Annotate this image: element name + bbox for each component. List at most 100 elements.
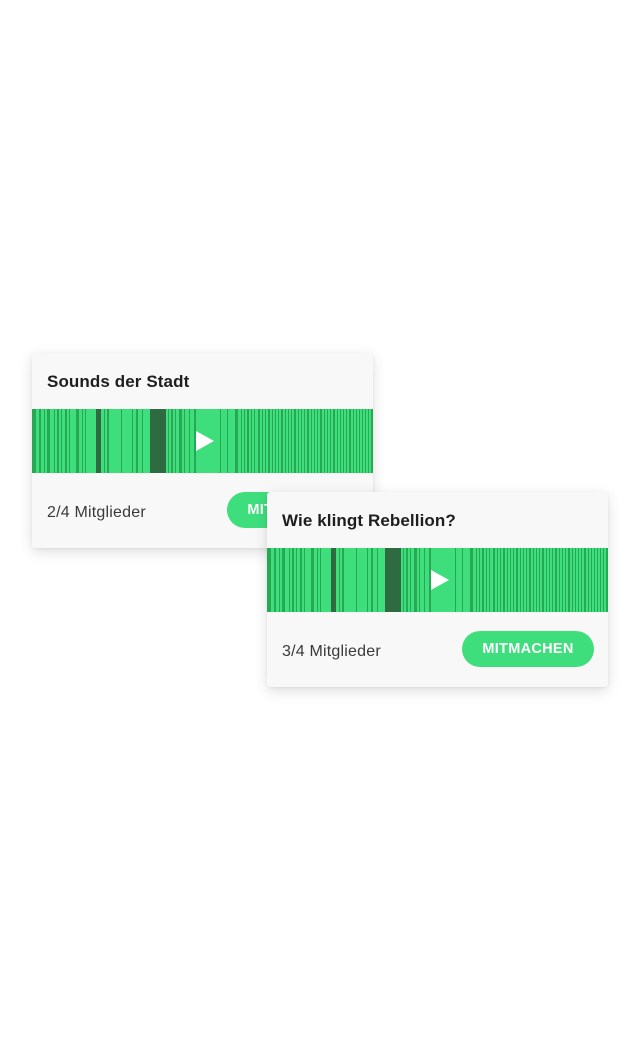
waveform-bar — [600, 548, 601, 612]
waveform-bar — [546, 548, 547, 612]
waveform-bar — [150, 409, 166, 473]
waveform-bar — [179, 409, 182, 473]
waveform-bar — [265, 409, 266, 473]
waveform-bar — [368, 409, 369, 473]
waveform-bar — [516, 548, 518, 612]
waveform-bar — [362, 409, 363, 473]
waveform-bar — [320, 409, 322, 473]
waveform-bar — [244, 409, 245, 473]
waveform-bar — [526, 548, 527, 612]
waveform-bar — [349, 409, 351, 473]
waveform-bar — [584, 548, 586, 612]
waveform-bar — [251, 409, 252, 473]
waveform-bar — [523, 548, 524, 612]
waveform-bar — [320, 548, 321, 612]
waveform-bar — [311, 409, 312, 473]
waveform-bar — [559, 548, 560, 612]
waveform-bar — [292, 548, 294, 612]
waveform-bar — [330, 409, 331, 473]
waveform-bar — [533, 548, 534, 612]
waveform-bar — [54, 409, 55, 473]
waveform-bar — [278, 409, 279, 473]
waveform-bar — [356, 409, 357, 473]
waveform-bar — [107, 409, 109, 473]
waveform-bar — [497, 548, 498, 612]
waveform-bar — [513, 548, 514, 612]
waveform-bar — [356, 548, 357, 612]
waveform-bar — [282, 548, 285, 612]
waveform-bar — [220, 409, 221, 473]
waveform-bar — [455, 548, 456, 612]
waveform-bar — [410, 548, 411, 612]
waveform-bar — [568, 548, 570, 612]
waveform-bar — [562, 548, 563, 612]
waveform-bar — [510, 548, 511, 612]
waveform-bar — [65, 409, 67, 473]
waveform-bar — [289, 548, 290, 612]
waveform-bar — [61, 409, 62, 473]
waveform-bar — [340, 409, 341, 473]
waveform-bar — [500, 548, 501, 612]
waveform-bar — [85, 409, 86, 473]
waveform-bar — [307, 409, 309, 473]
waveform-bar — [493, 548, 495, 612]
waveform-bar — [339, 548, 340, 612]
waveform-bar — [304, 548, 305, 612]
waveform-bar — [317, 548, 318, 612]
waveform-bar — [565, 548, 566, 612]
play-icon[interactable] — [431, 570, 449, 590]
waveform-bar — [591, 548, 592, 612]
waveform-bar — [175, 409, 176, 473]
waveform-bar — [136, 409, 138, 473]
waveform-bar — [324, 409, 325, 473]
card-title: Wie klingt Rebellion? — [282, 511, 456, 530]
waveform-bar — [104, 409, 105, 473]
waveform-bar — [57, 409, 59, 473]
member-count: 3/4 Mitglieder — [282, 643, 381, 660]
waveform-bar — [575, 548, 576, 612]
waveform-bar — [275, 409, 276, 473]
waveform-bar — [294, 409, 296, 473]
waveform-bar — [424, 548, 425, 612]
waveform-bar — [39, 409, 41, 473]
waveform-bar — [359, 409, 360, 473]
waveform-bar — [227, 409, 228, 473]
waveform-bar — [572, 548, 573, 612]
waveform-bar — [132, 409, 133, 473]
waveform-bar — [142, 409, 143, 473]
waveform-bar — [365, 409, 366, 473]
waveform-bar — [552, 548, 553, 612]
waveform-bar — [536, 548, 537, 612]
join-button[interactable]: MITMACHEN — [462, 631, 594, 667]
play-icon[interactable] — [196, 431, 214, 451]
waveform-bar — [82, 409, 83, 473]
waveform-bar — [32, 409, 36, 473]
waveform-bar — [298, 409, 299, 473]
waveform-bar — [262, 409, 263, 473]
waveform-bar — [479, 548, 480, 612]
waveform-bar — [317, 409, 318, 473]
waveform-bar — [529, 548, 531, 612]
waveform-bar — [254, 409, 255, 473]
member-count: 2/4 Mitglieder — [47, 504, 146, 521]
waveform-bar — [539, 548, 540, 612]
waveform-bar — [301, 409, 302, 473]
card-title: Sounds der Stadt — [47, 372, 190, 391]
waveform-bar — [47, 409, 50, 473]
waveform-bar — [44, 409, 45, 473]
waveform-bar — [377, 548, 378, 612]
waveform-bar — [184, 409, 185, 473]
waveform-bar — [189, 409, 190, 473]
waveform-bar — [403, 548, 404, 612]
waveform-bar — [247, 409, 249, 473]
waveform-bar — [281, 409, 283, 473]
waveform-bar — [597, 548, 598, 612]
waveform-bar — [462, 548, 463, 612]
waveform-bar — [371, 548, 373, 612]
waveform-bar — [268, 409, 270, 473]
waveform-bar — [258, 409, 260, 473]
waveform-bar — [304, 409, 305, 473]
waveform-bar — [419, 548, 420, 612]
waveform-bar — [385, 548, 401, 612]
waveform-bar — [489, 548, 490, 612]
